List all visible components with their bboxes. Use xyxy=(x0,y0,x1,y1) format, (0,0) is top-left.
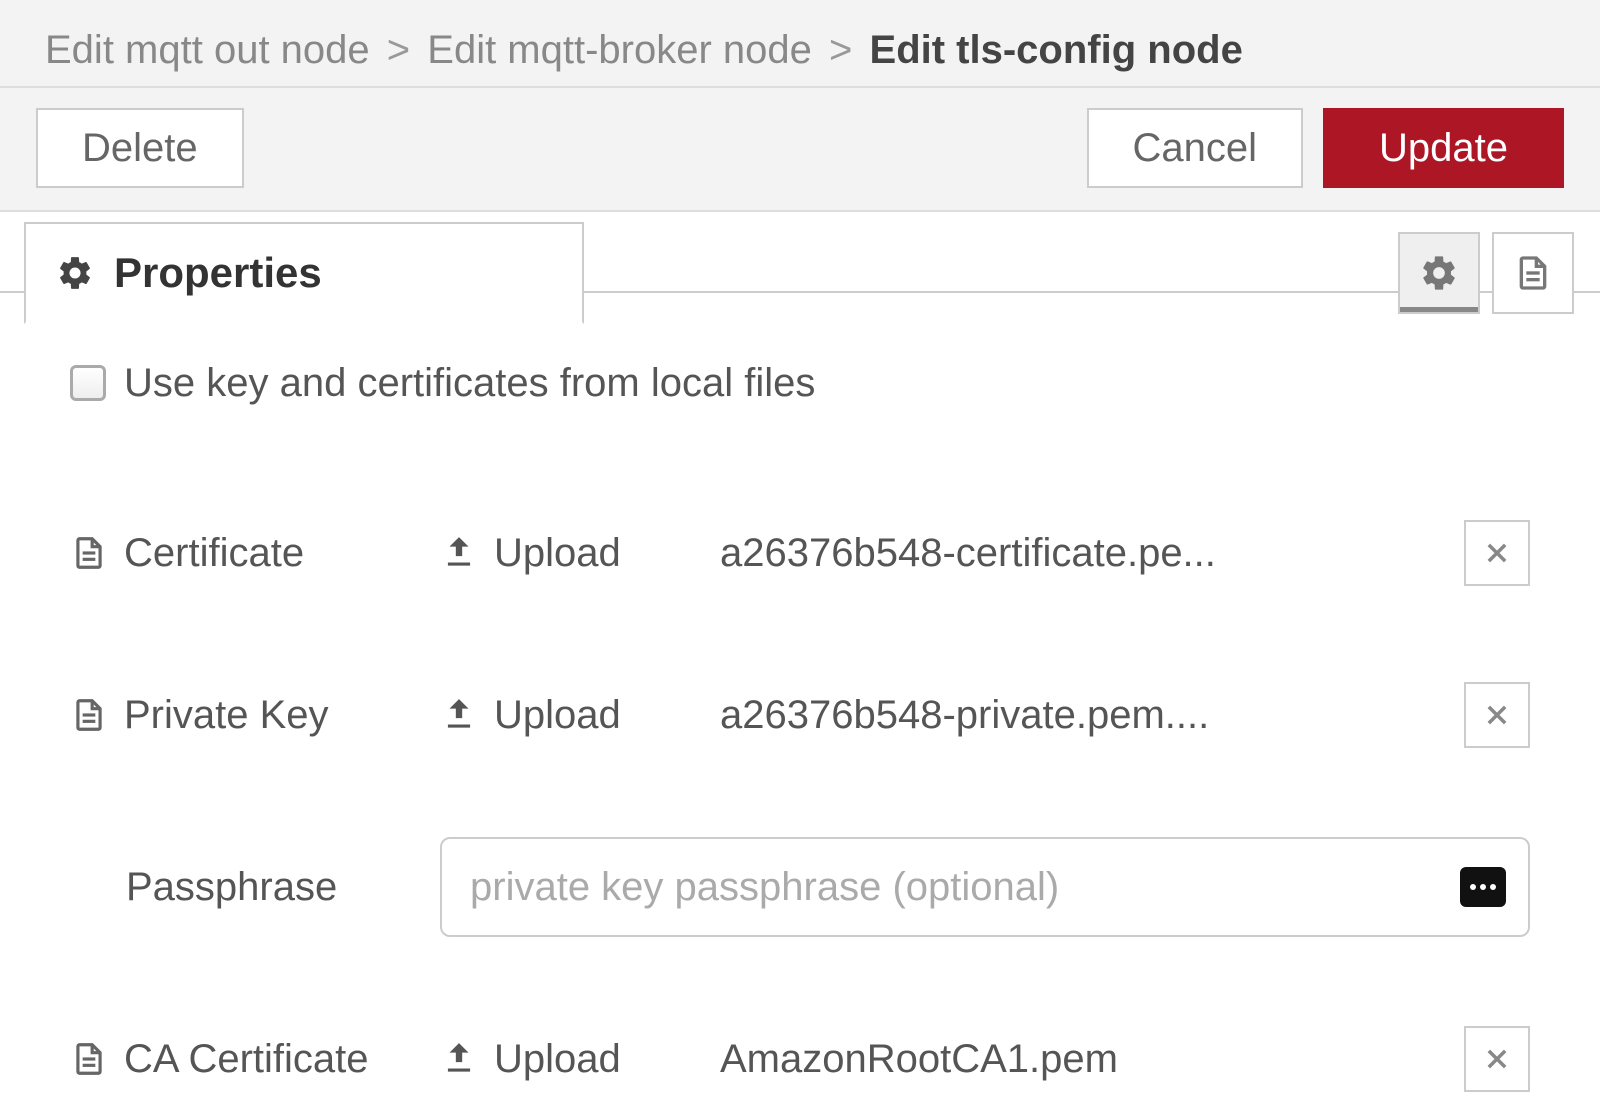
ca-certificate-upload-button[interactable]: Upload xyxy=(440,1037,680,1082)
certificate-label: Certificate xyxy=(70,531,440,576)
upload-label: Upload xyxy=(494,1037,621,1082)
file-icon xyxy=(1513,253,1553,293)
close-icon xyxy=(1483,1045,1511,1073)
tab-properties-label: Properties xyxy=(114,249,322,297)
breadcrumb: Edit mqtt out node > Edit mqtt-broker no… xyxy=(0,0,1600,88)
tab-properties[interactable]: Properties xyxy=(24,222,584,324)
use-local-files-row: Use key and certificates from local file… xyxy=(70,343,1530,423)
file-icon xyxy=(70,1040,108,1078)
passphrase-label: Passphrase xyxy=(70,865,440,910)
private-key-filename: a26376b548-private.pem.... xyxy=(680,693,1444,738)
certificate-filename: a26376b548-certificate.pe... xyxy=(680,531,1444,576)
ca-certificate-row: CA Certificate Upload AmazonRootCA1.pem xyxy=(70,1019,1530,1099)
private-key-label-text: Private Key xyxy=(124,693,329,738)
certificate-clear-button[interactable] xyxy=(1464,520,1530,586)
gear-icon xyxy=(1419,253,1459,293)
tab-settings-button[interactable] xyxy=(1398,232,1480,314)
private-key-clear-button[interactable] xyxy=(1464,682,1530,748)
ca-certificate-filename: AmazonRootCA1.pem xyxy=(680,1037,1444,1082)
upload-icon xyxy=(440,1040,478,1078)
private-key-row: Private Key Upload a26376b548-private.pe… xyxy=(70,675,1530,755)
form-body: Use key and certificates from local file… xyxy=(0,293,1600,1099)
certificate-label-text: Certificate xyxy=(124,531,304,576)
breadcrumb-item[interactable]: Edit mqtt-broker node xyxy=(427,28,812,72)
upload-icon xyxy=(440,696,478,734)
upload-label: Upload xyxy=(494,531,621,576)
cancel-button[interactable]: Cancel xyxy=(1087,108,1304,188)
close-icon xyxy=(1483,701,1511,729)
breadcrumb-separator: > xyxy=(829,28,852,72)
certificate-row: Certificate Upload a26376b548-certificat… xyxy=(70,513,1530,593)
delete-button[interactable]: Delete xyxy=(36,108,244,188)
upload-icon xyxy=(440,534,478,572)
breadcrumb-item[interactable]: Edit mqtt out node xyxy=(45,28,370,72)
use-local-files-checkbox[interactable] xyxy=(70,365,106,401)
file-icon xyxy=(70,696,108,734)
password-reveal-icon[interactable] xyxy=(1460,867,1506,907)
ca-certificate-label-text: CA Certificate xyxy=(124,1037,369,1082)
action-toolbar: Delete Cancel Update xyxy=(0,88,1600,212)
close-icon xyxy=(1483,539,1511,567)
breadcrumb-separator: > xyxy=(387,28,410,72)
upload-label: Upload xyxy=(494,693,621,738)
update-button[interactable]: Update xyxy=(1323,108,1564,188)
private-key-upload-button[interactable]: Upload xyxy=(440,693,680,738)
certificate-upload-button[interactable]: Upload xyxy=(440,531,680,576)
ca-certificate-clear-button[interactable] xyxy=(1464,1026,1530,1092)
passphrase-input[interactable] xyxy=(440,837,1530,937)
file-icon xyxy=(70,534,108,572)
gear-icon xyxy=(56,254,94,292)
tab-docs-button[interactable] xyxy=(1492,232,1574,314)
private-key-label: Private Key xyxy=(70,693,440,738)
breadcrumb-item-current: Edit tls-config node xyxy=(870,28,1243,72)
tab-strip: Properties xyxy=(0,212,1600,293)
use-local-files-label: Use key and certificates from local file… xyxy=(124,361,815,406)
passphrase-row: Passphrase xyxy=(70,837,1530,937)
passphrase-label-text: Passphrase xyxy=(126,865,337,910)
ca-certificate-label: CA Certificate xyxy=(70,1037,440,1082)
